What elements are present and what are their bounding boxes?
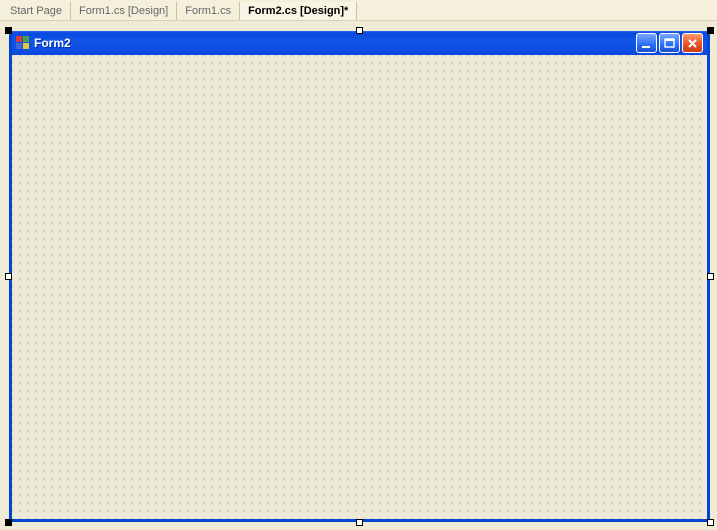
resize-handle-s[interactable] [356,519,363,526]
resize-handle-n[interactable] [356,27,363,34]
window-buttons [636,33,703,53]
tab-start-page[interactable]: Start Page [2,2,71,20]
form-titlebar[interactable]: Form2 [12,31,707,56]
resize-handle-sw [5,519,12,526]
form-window[interactable]: Form2 [9,31,710,522]
resize-handle-nw [5,27,12,34]
design-surface[interactable]: Form2 [0,21,717,530]
minimize-button[interactable] [636,33,657,53]
document-tabstrip: Start Page Form1.cs [Design] Form1.cs Fo… [0,0,717,21]
designer-root: Start Page Form1.cs [Design] Form1.cs Fo… [0,0,717,530]
tab-form2-design[interactable]: Form2.cs [Design]* [240,2,357,20]
tab-form1-code[interactable]: Form1.cs [177,2,240,20]
resize-handle-e[interactable] [707,273,714,280]
resize-handle-w[interactable] [5,273,12,280]
resize-handle-ne [707,27,714,34]
close-button[interactable] [682,33,703,53]
form-title: Form2 [34,36,636,50]
resize-handle-se[interactable] [707,519,714,526]
app-icon [16,36,30,50]
tab-form1-design[interactable]: Form1.cs [Design] [71,2,177,20]
form-client-area[interactable] [12,55,707,519]
maximize-button[interactable] [659,33,680,53]
